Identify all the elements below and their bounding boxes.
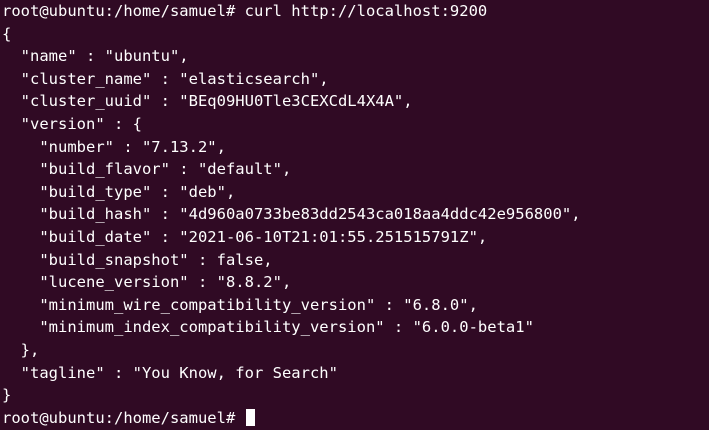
output-line: "build_date" : "2021-06-10T21:01:55.2515… xyxy=(2,227,488,246)
shell-prompt: root@ubuntu:/home/samuel# xyxy=(2,408,245,427)
output-line: "build_snapshot" : false, xyxy=(2,250,273,269)
output-line: "build_type" : "deb", xyxy=(2,182,236,201)
output-line: "lucene_version" : "8.8.2", xyxy=(2,273,292,292)
output-line: }, xyxy=(2,340,40,359)
output-line: "cluster_uuid" : "BEq09HU0Tle3CEXCdL4X4A… xyxy=(2,92,413,111)
output-line: "tagline" : "You Know, for Search" xyxy=(2,363,338,382)
output-line: "build_hash" : "4d960a0733be83dd2543ca01… xyxy=(2,205,581,224)
output-line: "number" : "7.13.2", xyxy=(2,137,226,156)
output-line: "minimum_wire_compatibility_version" : "… xyxy=(2,295,478,314)
output-line: "build_flavor" : "default", xyxy=(2,160,292,179)
text-cursor xyxy=(245,408,255,426)
output-line: } xyxy=(2,386,12,405)
output-line: "minimum_index_compatibility_version" : … xyxy=(2,318,534,337)
terminal-window[interactable]: root@ubuntu:/home/samuel# curl http://lo… xyxy=(0,0,709,430)
output-line: "version" : { xyxy=(2,114,142,133)
output-line: { xyxy=(2,24,12,43)
output-line: "cluster_name" : "elasticsearch", xyxy=(2,69,329,88)
output-line: "name" : "ubuntu", xyxy=(2,47,189,66)
command-line: root@ubuntu:/home/samuel# curl http://lo… xyxy=(2,2,488,20)
prompt-line[interactable]: root@ubuntu:/home/samuel# xyxy=(2,407,709,430)
